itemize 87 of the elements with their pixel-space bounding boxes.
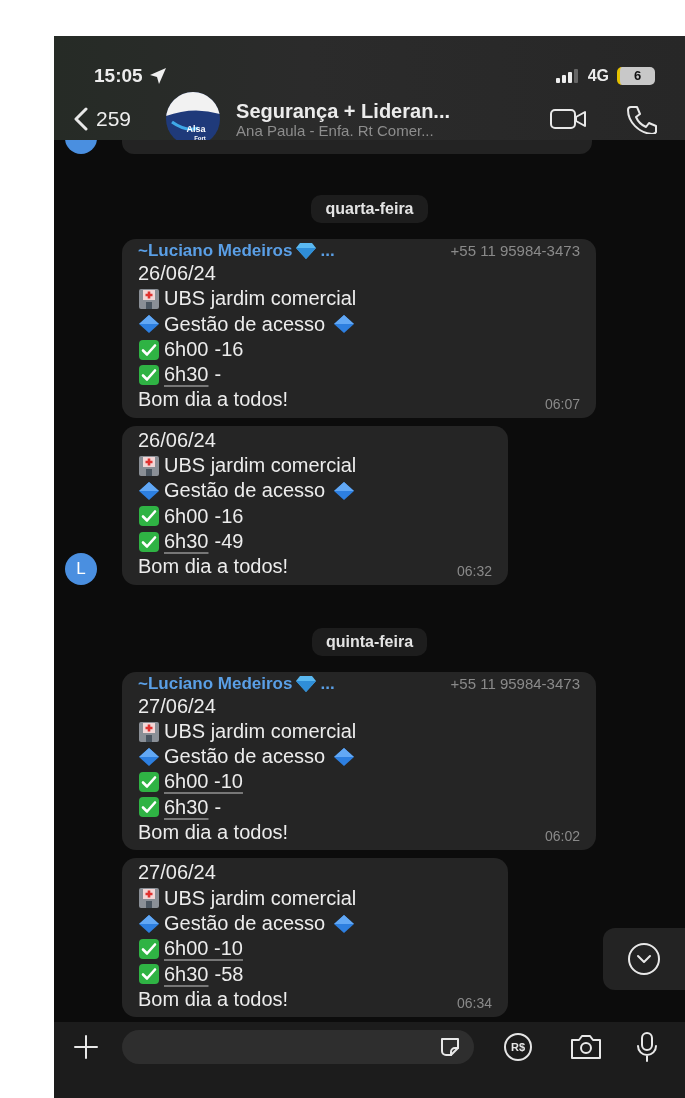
scroll-down-button[interactable]	[603, 928, 685, 990]
message-text: 6h00	[164, 503, 209, 529]
message-text: -16	[214, 336, 244, 362]
message-text: -58	[214, 961, 244, 987]
group-title[interactable]: Segurança + Lideran...	[236, 99, 450, 122]
sticker-icon[interactable]	[438, 1035, 462, 1059]
message-time: 06:32	[456, 561, 492, 580]
message-time: 06:07	[544, 394, 580, 413]
time-link[interactable]: 6h30	[164, 362, 209, 388]
time-link[interactable]: 6h30	[164, 528, 209, 555]
clock-time: 15:05	[94, 63, 143, 88]
message-text: Gestão de acesso	[164, 744, 326, 770]
message-text: -	[214, 362, 222, 388]
sender-phone: +55 11 95984-3473	[450, 241, 580, 262]
check-icon	[138, 363, 160, 386]
check-icon	[138, 937, 160, 960]
gem-icon	[296, 674, 317, 693]
hospital-icon	[138, 720, 160, 743]
back-button[interactable]: 259	[74, 103, 132, 135]
diamond-icon	[138, 480, 160, 502]
message-text: 26/06/24	[138, 427, 216, 453]
message-text: 6h00	[164, 336, 209, 362]
sender-name[interactable]: ~Luciano Medeiros	[138, 238, 293, 264]
video-call-button[interactable]	[549, 107, 587, 131]
hospital-icon	[138, 287, 160, 310]
message-time: 06:34	[456, 994, 492, 1013]
diamond-icon	[333, 912, 356, 935]
check-icon	[138, 530, 160, 553]
message-text: Bom dia a todos!	[138, 387, 289, 413]
message-time: 06:02	[544, 827, 580, 846]
message-text: Bom dia a todos!	[138, 986, 289, 1012]
plus-icon	[74, 1035, 98, 1059]
battery-indicator: 6	[617, 67, 655, 85]
diamond-icon	[138, 745, 160, 768]
back-chevron-icon	[74, 107, 88, 131]
camera-button[interactable]	[569, 1033, 603, 1061]
time-link[interactable]: 6h00 -10	[164, 936, 243, 962]
message-text: UBS jardim comercial	[164, 718, 357, 744]
chevron-down-circle-icon	[627, 942, 661, 976]
video-camera-icon	[549, 107, 587, 131]
hospital-icon	[138, 454, 160, 477]
network-type: 4G	[587, 66, 609, 86]
attach-button[interactable]	[74, 1035, 98, 1059]
message-text: Gestão de acesso	[164, 478, 326, 504]
check-icon	[138, 771, 160, 794]
microphone-icon	[636, 1031, 658, 1063]
check-icon	[138, 505, 160, 528]
location-arrow-icon	[148, 67, 167, 85]
check-icon	[138, 796, 160, 819]
message-text: -49	[214, 528, 244, 554]
time-link[interactable]: 6h30	[164, 961, 209, 987]
sender-name-ellipsis: ...	[320, 240, 335, 263]
group-members: Ana Paula - Enfa. Rt Comer...	[236, 121, 435, 139]
check-icon	[138, 338, 160, 361]
day-separator: quinta-feira	[311, 627, 428, 656]
diamond-icon	[138, 313, 160, 336]
phone-icon	[625, 104, 657, 134]
message-text: -	[214, 794, 222, 820]
message-text: Gestão de acesso	[164, 311, 326, 337]
user-avatar: L	[65, 552, 97, 585]
message-text: 27/06/24	[138, 860, 216, 886]
diamond-icon	[333, 745, 356, 768]
message-text: -16	[214, 503, 244, 529]
message-text: Gestão de acesso	[164, 910, 326, 936]
day-separator: quarta-feira	[311, 195, 428, 223]
message-text: Bom dia a todos!	[138, 820, 289, 846]
message-text: 26/06/24	[138, 261, 216, 286]
check-icon	[138, 963, 160, 986]
message-text: UBS jardim comercial	[164, 453, 357, 479]
diamond-icon	[138, 912, 160, 935]
gem-icon	[296, 242, 317, 260]
message-text: UBS jardim comercial	[164, 885, 357, 911]
sender-phone: +55 11 95984-3473	[450, 673, 580, 694]
sender-name-ellipsis: ...	[320, 672, 335, 695]
message-text: UBS jardim comercial	[164, 286, 357, 312]
camera-icon	[569, 1033, 603, 1061]
diamond-icon	[333, 313, 356, 336]
time-link[interactable]: 6h00 -10	[164, 769, 243, 795]
microphone-button[interactable]	[636, 1031, 658, 1063]
payment-button[interactable]: R$	[504, 1033, 532, 1061]
signal-icon	[555, 69, 580, 83]
hospital-icon	[138, 887, 160, 910]
diamond-icon	[333, 480, 356, 502]
voice-call-button[interactable]	[625, 104, 657, 134]
message-text: Bom dia a todos!	[138, 554, 289, 580]
time-link[interactable]: 6h30	[164, 794, 209, 821]
message-input[interactable]	[122, 1030, 474, 1064]
